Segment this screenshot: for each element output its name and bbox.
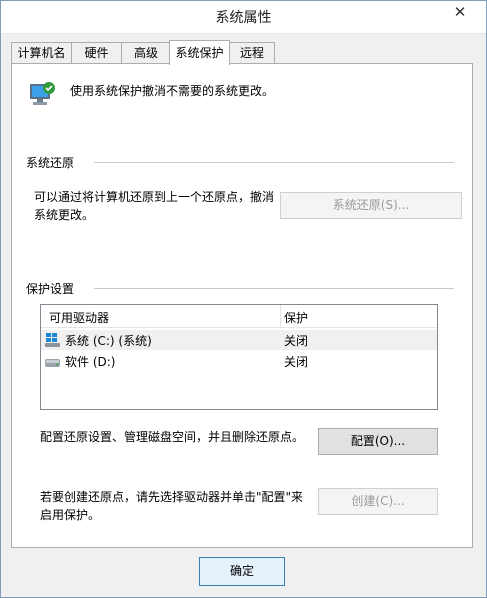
system-protection-icon <box>26 78 58 110</box>
drive-protection-status: 关闭 <box>284 355 309 369</box>
panel-description: 使用系统保护撤消不需要的系统更改。 <box>70 84 275 98</box>
close-button[interactable]: ✕ <box>440 1 480 23</box>
windows-drive-icon <box>45 333 61 350</box>
system-restore-button[interactable]: 系统还原(S)... <box>280 192 462 219</box>
create-button[interactable]: 创建(C)... <box>318 488 438 515</box>
close-icon: ✕ <box>453 3 467 21</box>
protection-settings-section-label: 保护设置 <box>26 282 75 296</box>
tab-hardware[interactable]: 硬件 <box>71 42 122 63</box>
drive-row-c[interactable]: 系统 (C:) (系统) 关闭 <box>41 330 437 350</box>
restore-description-line2: 系统更改。 <box>34 208 95 222</box>
tab-advanced[interactable]: 高级 <box>121 42 171 63</box>
system-protection-panel: 使用系统保护撤消不需要的系统更改。 系统还原 可以通过将计算机还原到上一个还原点… <box>11 63 473 548</box>
window-title: 系统属性 <box>215 10 272 26</box>
tab-computer-name[interactable]: 计算机名 <box>11 42 72 63</box>
drive-name: 软件 (D:) <box>65 355 116 369</box>
column-header-protection[interactable]: 保护 <box>284 309 308 326</box>
configure-description: 配置还原设置、管理磁盘空间，并且删除还原点。 <box>40 430 305 444</box>
create-description-line1: 若要创建还原点，请先选择驱动器并单击"配置"来 <box>40 490 304 504</box>
drive-protection-status: 关闭 <box>284 334 309 348</box>
tab-system-protection[interactable]: 系统保护 <box>169 40 230 65</box>
restore-description-line1: 可以通过将计算机还原到上一个还原点，撤消 <box>34 190 275 204</box>
dialog-footer: 确定 <box>1 549 486 597</box>
configure-button[interactable]: 配置(O)... <box>318 428 438 455</box>
ok-button[interactable]: 确定 <box>199 557 285 586</box>
drive-list[interactable]: 可用驱动器 保护 系统 (C:) (系统) 关闭 软件 (D:) 关闭 <box>40 304 438 410</box>
system-properties-window: 系统属性 ✕ 计算机名 硬件 高级 系统保护 远程 使用系统保护撤消不需要的系统… <box>0 0 487 598</box>
disk-drive-icon <box>45 357 61 371</box>
section-divider <box>94 162 454 163</box>
drive-list-header: 可用驱动器 保护 <box>41 305 437 328</box>
tab-remote[interactable]: 远程 <box>229 42 275 63</box>
title-bar: 系统属性 ✕ <box>1 1 486 34</box>
system-restore-section-label: 系统还原 <box>26 156 75 170</box>
column-header-drive[interactable]: 可用驱动器 <box>49 309 109 326</box>
drive-row-d[interactable]: 软件 (D:) 关闭 <box>41 351 437 371</box>
drive-name: 系统 (C:) (系统) <box>65 334 152 348</box>
create-description-line2: 启用保护。 <box>40 508 101 522</box>
section-divider <box>94 288 454 289</box>
column-separator[interactable] <box>280 305 281 327</box>
